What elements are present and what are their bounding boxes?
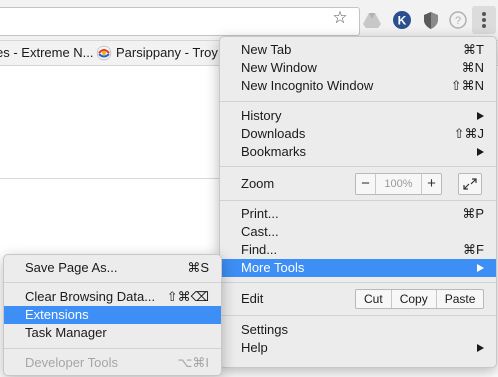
- submenu-item-extensions[interactable]: Extensions: [4, 306, 221, 324]
- browser-toolbar: ☆ K ?: [0, 0, 498, 41]
- more-tools-submenu: Save Page As... ⌘S Clear Browsing Data..…: [3, 254, 222, 376]
- menu-item-downloads[interactable]: Downloads ⇧⌘J: [220, 125, 496, 143]
- kebab-menu-icon[interactable]: [472, 6, 496, 34]
- submenu-item-task-manager[interactable]: Task Manager: [4, 324, 221, 342]
- submenu-arrow-icon: [477, 112, 484, 120]
- divider: [0, 178, 230, 179]
- bookmark-item[interactable]: es - Extreme N...: [0, 45, 94, 60]
- submenu-arrow-icon: [477, 344, 484, 352]
- fullscreen-icon[interactable]: [458, 173, 482, 195]
- paste-button[interactable]: Paste: [435, 290, 484, 308]
- menu-item-new-incognito-window[interactable]: New Incognito Window ⇧⌘N: [220, 77, 496, 95]
- submenu-item-developer-tools[interactable]: Developer Tools ⌥⌘I: [4, 354, 221, 372]
- menu-item-history[interactable]: History: [220, 107, 496, 125]
- submenu-item-save-page-as[interactable]: Save Page As... ⌘S: [4, 259, 221, 277]
- menu-separator: [220, 315, 496, 316]
- menu-item-new-tab[interactable]: New Tab ⌘T: [220, 41, 496, 59]
- menu-item-zoom: Zoom − 100% +: [220, 173, 496, 195]
- help-icon[interactable]: ?: [448, 10, 468, 30]
- zoom-level: 100%: [375, 174, 422, 194]
- menu-item-find[interactable]: Find... ⌘F: [220, 241, 496, 259]
- menu-item-help[interactable]: Help: [220, 339, 496, 357]
- submenu-arrow-icon: [477, 264, 484, 272]
- submenu-item-clear-browsing-data[interactable]: Clear Browsing Data... ⇧⌘⌫: [4, 288, 221, 306]
- menu-item-cast[interactable]: Cast...: [220, 223, 496, 241]
- menu-separator: [220, 166, 496, 167]
- menu-item-settings[interactable]: Settings: [220, 321, 496, 339]
- svg-text:K: K: [398, 14, 407, 28]
- edit-controls: Cut Copy Paste: [355, 289, 485, 309]
- zoom-out-button[interactable]: −: [356, 174, 375, 194]
- star-icon[interactable]: ☆: [329, 7, 351, 29]
- copy-button[interactable]: Copy: [390, 290, 436, 308]
- bookmark-item[interactable]: Parsippany - Troy: [116, 45, 218, 60]
- cut-button[interactable]: Cut: [356, 290, 391, 308]
- menu-separator: [220, 200, 496, 201]
- shield-extension-icon[interactable]: [421, 10, 441, 30]
- k-extension-icon[interactable]: K: [392, 10, 412, 30]
- zoom-control: − 100% +: [355, 173, 442, 195]
- menu-item-more-tools[interactable]: More Tools: [220, 259, 496, 277]
- menu-item-print[interactable]: Print... ⌘P: [220, 205, 496, 223]
- bookmark-favicon-icon: [96, 45, 112, 61]
- svg-text:?: ?: [455, 15, 461, 27]
- menu-separator: [220, 101, 496, 102]
- menu-item-bookmarks[interactable]: Bookmarks: [220, 143, 496, 161]
- submenu-arrow-icon: [477, 148, 484, 156]
- zoom-in-button[interactable]: +: [422, 174, 441, 194]
- menu-separator: [4, 348, 221, 349]
- address-bar[interactable]: [0, 7, 360, 36]
- menu-item-new-window[interactable]: New Window ⌘N: [220, 59, 496, 77]
- menu-separator: [220, 282, 496, 283]
- menu-item-edit: Edit Cut Copy Paste: [220, 289, 496, 309]
- drive-icon[interactable]: [362, 10, 382, 30]
- menu-separator: [4, 282, 221, 283]
- chrome-main-menu: New Tab ⌘T New Window ⌘N New Incognito W…: [219, 36, 497, 368]
